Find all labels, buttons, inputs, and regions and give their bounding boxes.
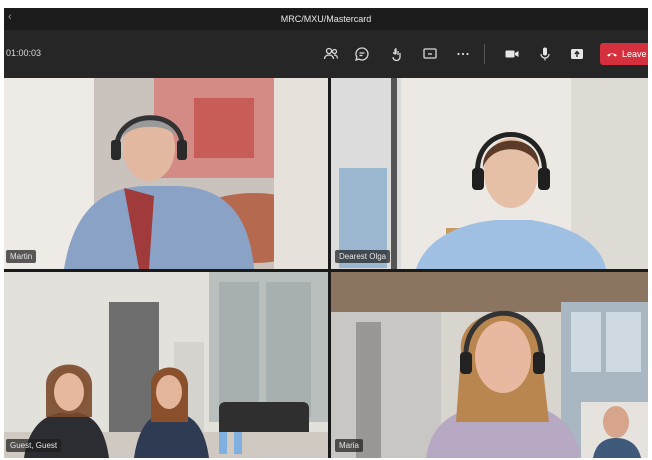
- participant-name: Guest, Guest: [6, 439, 62, 452]
- video-tile-guest[interactable]: Guest, Guest: [4, 272, 328, 458]
- share-tray-icon[interactable]: [565, 42, 589, 66]
- back-arrow-icon[interactable]: ‹: [8, 11, 12, 23]
- video-grid: Martin Dearest Olga Guest, Guest Maria: [4, 78, 648, 458]
- more-options-icon[interactable]: [451, 42, 475, 66]
- camera-icon[interactable]: [500, 42, 524, 66]
- people-icon[interactable]: [319, 42, 343, 66]
- participant-name: Maria: [335, 439, 364, 452]
- video-tile-maria[interactable]: Maria: [331, 272, 648, 458]
- video-tile-olga[interactable]: Dearest Olga: [331, 78, 648, 269]
- leave-button[interactable]: Leave: [600, 43, 648, 65]
- participant-video: [4, 272, 328, 458]
- microphone-icon[interactable]: [533, 42, 557, 66]
- reactions-icon[interactable]: [385, 42, 409, 66]
- title-bar: ‹ MRC/MXU/Mastercard: [4, 8, 648, 30]
- participant-name: Dearest Olga: [335, 250, 391, 263]
- hang-up-icon: [607, 53, 617, 57]
- participant-video: [4, 78, 328, 269]
- meeting-toolbar: 01:00:03 Leave: [4, 30, 648, 78]
- meeting-window: ‹ MRC/MXU/Mastercard 01:00:03 Leave Mart…: [4, 8, 648, 458]
- chat-icon[interactable]: [350, 42, 374, 66]
- video-tile-martin[interactable]: Martin: [4, 78, 328, 269]
- toolbar-divider: [484, 44, 485, 64]
- share-screen-icon[interactable]: [418, 42, 442, 66]
- participant-name: Martin: [6, 250, 37, 263]
- participant-video: [331, 272, 648, 458]
- participant-video: [331, 78, 648, 269]
- meeting-timer: 01:00:03: [6, 48, 42, 58]
- leave-label: Leave: [622, 49, 647, 59]
- window-title: MRC/MXU/Mastercard: [280, 14, 372, 24]
